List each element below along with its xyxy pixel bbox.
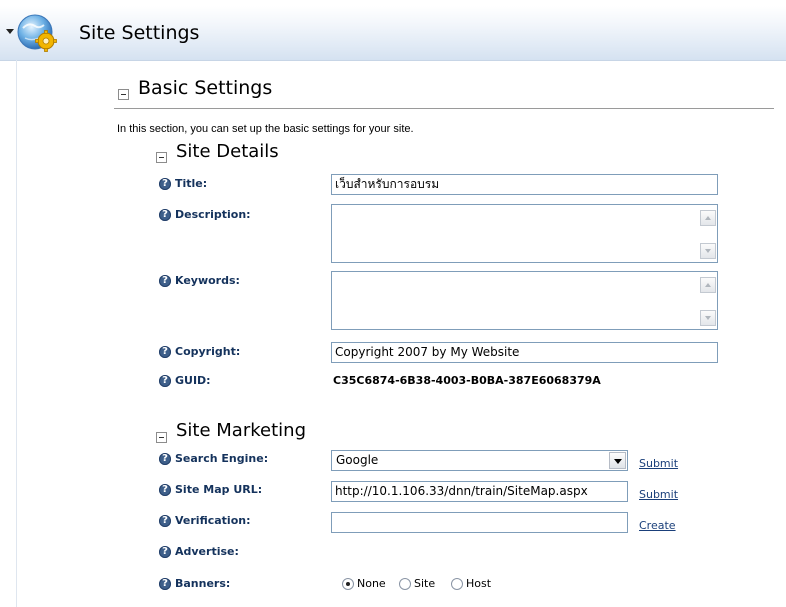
scroll-up-icon[interactable]	[700, 277, 716, 293]
scroll-down-icon[interactable]	[700, 243, 716, 259]
help-icon[interactable]	[159, 545, 171, 559]
section-intro: In this section, you can set up the basi…	[117, 123, 414, 135]
scroll-up-icon[interactable]	[700, 210, 716, 226]
banners-label: Banners:	[175, 577, 231, 590]
collapse-toggle-icon[interactable]	[118, 89, 129, 100]
help-icon[interactable]	[159, 177, 171, 191]
advertise-label: Advertise:	[175, 545, 239, 558]
scroll-down-icon[interactable]	[700, 310, 716, 326]
title-input[interactable]: เว็บสำหรับการอบรม	[331, 174, 718, 195]
description-label: Description:	[175, 208, 251, 221]
verification-create-link[interactable]: Create	[639, 519, 676, 532]
collapse-toggle-icon[interactable]	[156, 432, 167, 443]
banner-option-label: Site	[414, 577, 436, 590]
verification-input[interactable]	[331, 512, 628, 533]
page-title: Site Settings	[79, 22, 200, 44]
help-icon[interactable]	[159, 208, 171, 222]
sitemap-label: Site Map URL:	[175, 483, 263, 496]
banner-radio-none[interactable]	[342, 578, 354, 590]
globe-gear-icon	[17, 14, 57, 52]
subsection-title-site-details: Site Details	[176, 141, 279, 162]
help-icon[interactable]	[159, 514, 171, 528]
help-icon[interactable]	[159, 483, 171, 497]
guid-label: GUID:	[175, 374, 211, 387]
banner-radio-host[interactable]	[451, 578, 463, 590]
keywords-textarea[interactable]	[331, 271, 718, 330]
description-textarea[interactable]	[331, 204, 718, 263]
section-divider	[114, 108, 774, 109]
sitemap-submit-link[interactable]: Submit	[639, 488, 678, 501]
title-label: Title:	[175, 177, 208, 190]
copyright-input[interactable]: Copyright 2007 by My Website	[331, 342, 718, 363]
collapse-arrow-icon[interactable]	[6, 29, 14, 34]
keywords-label: Keywords:	[175, 274, 240, 287]
help-icon[interactable]	[159, 374, 171, 388]
guid-value: C35C6874-6B38-4003-B0BA-387E6068379A	[333, 374, 601, 387]
section-title: Basic Settings	[138, 77, 273, 99]
search-engine-value: Google	[336, 453, 379, 467]
collapse-toggle-icon[interactable]	[156, 152, 167, 163]
subsection-title-site-marketing: Site Marketing	[176, 420, 306, 441]
banner-option-label: None	[357, 577, 386, 590]
verification-label: Verification:	[175, 514, 251, 527]
banner-option-label: Host	[466, 577, 492, 590]
search-engine-submit-link[interactable]: Submit	[639, 457, 678, 470]
banner-radio-site[interactable]	[399, 578, 411, 590]
copyright-label: Copyright:	[175, 345, 241, 358]
chevron-down-icon[interactable]	[609, 452, 626, 469]
help-icon[interactable]	[159, 345, 171, 359]
left-divider	[16, 60, 17, 607]
search-engine-label: Search Engine:	[175, 452, 269, 465]
help-icon[interactable]	[159, 452, 171, 466]
help-icon[interactable]	[159, 577, 171, 591]
help-icon[interactable]	[159, 274, 171, 288]
sitemap-url-input[interactable]: http://10.1.106.33/dnn/train/SiteMap.asp…	[331, 481, 628, 502]
search-engine-select[interactable]: Google	[331, 450, 628, 471]
